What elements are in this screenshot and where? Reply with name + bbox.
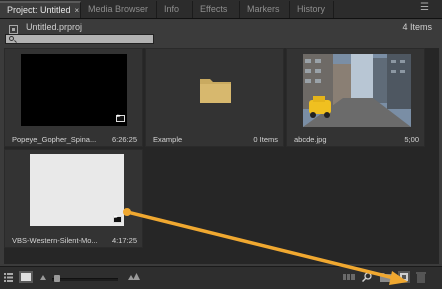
- annotation-arrow: [123, 208, 408, 285]
